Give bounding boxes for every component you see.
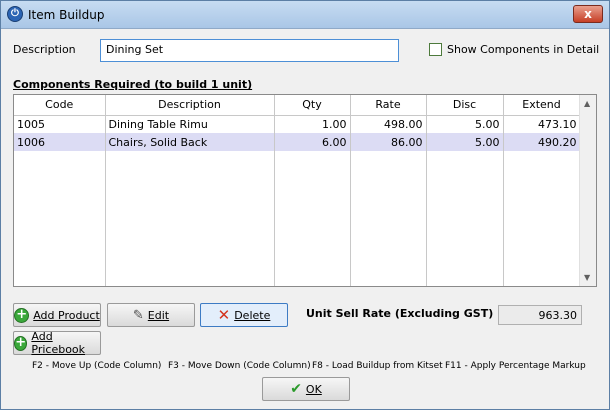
- delete-label: Delete: [234, 308, 271, 322]
- components-section-title: Components Required (to build 1 unit): [13, 78, 253, 91]
- help-f3: F3 - Move Down (Code Column): [168, 361, 311, 371]
- add-pricebook-button[interactable]: + Add Pricebook: [13, 330, 101, 356]
- add-product-button[interactable]: + Add Product: [13, 303, 101, 327]
- cell-description[interactable]: Chairs, Solid Back: [105, 133, 275, 151]
- description-input[interactable]: Dining Set: [100, 39, 399, 62]
- edit-icon: ✎: [132, 307, 144, 323]
- title-bar: ⏻ Item Buildup x: [1, 1, 609, 29]
- cell-code[interactable]: 1005: [14, 115, 106, 133]
- ok-button[interactable]: ✔ OK: [262, 377, 350, 401]
- show-components-label[interactable]: Show Components in Detail: [447, 43, 599, 56]
- cell-qty[interactable]: 6.00: [274, 133, 351, 151]
- edit-label: Edit: [147, 308, 170, 322]
- column-header-extend[interactable]: Extend: [503, 95, 581, 116]
- ok-label: OK: [305, 382, 322, 396]
- add-pricebook-label: Add Pricebook: [31, 330, 86, 356]
- description-label: Description: [13, 43, 76, 56]
- edit-button[interactable]: ✎ Edit: [107, 303, 195, 327]
- table-row-selected[interactable]: 1006 Chairs, Solid Back 6.00 86.00 5.00 …: [14, 133, 581, 151]
- table-row[interactable]: 1005 Dining Table Rimu 1.00 498.00 5.00 …: [14, 115, 581, 133]
- cell-extend[interactable]: 473.10: [503, 115, 581, 133]
- column-header-disc[interactable]: Disc: [426, 95, 504, 116]
- empty-grid-area[interactable]: [14, 151, 581, 286]
- help-f11: F11 - Apply Percentage Markup: [445, 361, 586, 371]
- show-components-checkbox[interactable]: [429, 43, 442, 56]
- help-f8: F8 - Load Buildup from Kitset: [312, 361, 443, 371]
- cell-disc[interactable]: 5.00: [426, 115, 504, 133]
- plus-icon: +: [14, 334, 28, 351]
- unit-sell-rate-label: Unit Sell Rate (Excluding GST): [306, 307, 494, 320]
- unit-sell-rate-value: 963.30: [498, 305, 582, 325]
- column-header-rate[interactable]: Rate: [350, 95, 427, 116]
- column-header-code[interactable]: Code: [14, 95, 106, 116]
- cell-code[interactable]: 1006: [14, 133, 106, 151]
- scroll-down-icon[interactable]: ▼: [584, 273, 590, 282]
- cell-rate[interactable]: 498.00: [350, 115, 427, 133]
- window-title: Item Buildup: [28, 8, 105, 22]
- delete-button[interactable]: ✕ Delete: [200, 303, 288, 327]
- check-icon: ✔: [290, 381, 302, 397]
- plus-icon: +: [14, 307, 30, 323]
- add-product-label: Add Product: [33, 308, 100, 322]
- cell-disc[interactable]: 5.00: [426, 133, 504, 151]
- item-buildup-window: ⏻ Item Buildup x Description Dining Set …: [0, 0, 610, 410]
- help-f2: F2 - Move Up (Code Column): [32, 361, 162, 371]
- cell-extend[interactable]: 490.20: [503, 133, 581, 151]
- cell-qty[interactable]: 1.00: [274, 115, 351, 133]
- grid-header-row: Code Description Qty Rate Disc Extend: [14, 95, 581, 116]
- close-button[interactable]: x: [573, 5, 603, 23]
- cell-description[interactable]: Dining Table Rimu: [105, 115, 275, 133]
- column-header-qty[interactable]: Qty: [274, 95, 351, 116]
- column-header-description[interactable]: Description: [105, 95, 275, 116]
- power-icon: ⏻: [7, 6, 23, 22]
- scroll-up-icon[interactable]: ▲: [584, 99, 590, 108]
- vertical-scrollbar[interactable]: ▲ ▼: [579, 95, 596, 286]
- cell-rate[interactable]: 86.00: [350, 133, 427, 151]
- components-grid[interactable]: Code Description Qty Rate Disc Extend 10…: [13, 94, 597, 287]
- delete-x-icon: ✕: [217, 306, 231, 324]
